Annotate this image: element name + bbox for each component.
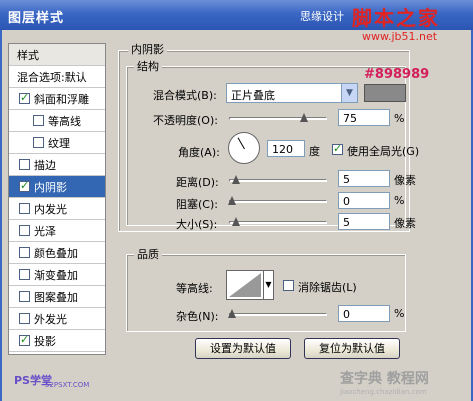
sidebar-item[interactable]: 纹理: [9, 132, 105, 154]
angle-label: 角度(A):: [178, 146, 220, 159]
size-unit: 像素: [394, 217, 416, 230]
set-default-button[interactable]: 设置为默认值: [195, 338, 291, 359]
antialias-checkbox[interactable]: [283, 280, 294, 291]
sidebar-item-label: 颜色叠加: [34, 246, 78, 260]
sidebar-item-label: 渐变叠加: [34, 268, 78, 282]
sidebar-item-checkbox[interactable]: [19, 179, 30, 192]
choke-slider[interactable]: [228, 196, 327, 205]
sidebar-item[interactable]: 内阴影: [9, 176, 105, 198]
sidebar-item-checkbox[interactable]: [19, 247, 30, 258]
structure-title: 结构: [134, 58, 162, 74]
size-input[interactable]: 5: [338, 213, 390, 230]
angle-input[interactable]: 120: [267, 140, 305, 157]
sidebar-item-checkbox[interactable]: [19, 225, 30, 236]
sidebar-item[interactable]: 内发光: [9, 198, 105, 220]
distance-unit: 像素: [394, 174, 416, 187]
sidebar-item-label: 图案叠加: [34, 290, 78, 304]
sidebar-item[interactable]: 投影: [9, 330, 105, 352]
distance-input[interactable]: 5: [338, 170, 390, 187]
quality-title: 品质: [134, 246, 162, 262]
bottom-watermark: 查字典 教程网: [340, 371, 429, 387]
noise-slider[interactable]: [228, 309, 327, 318]
inner-shadow-title: 内阴影: [128, 41, 167, 57]
noise-slider-thumb[interactable]: [228, 309, 237, 319]
choke-percent: %: [394, 194, 405, 207]
sidebar-item-label: 斜面和浮雕: [34, 92, 89, 106]
opacity-slider[interactable]: [229, 113, 327, 122]
color-hex-annotation: #898989: [364, 67, 430, 82]
sidebar-item[interactable]: 描边: [9, 154, 105, 176]
sidebar-item-label: 内发光: [34, 202, 67, 216]
style-list: 样式混合选项:默认斜面和浮雕等高线纹理描边内阴影内发光光泽颜色叠加渐变叠加图案叠…: [8, 43, 106, 355]
sidebar-item-label: 外发光: [34, 312, 67, 326]
sidebar-item[interactable]: 外发光: [9, 308, 105, 330]
global-light-checkbox[interactable]: [332, 142, 343, 155]
contour-label: 等高线:: [176, 282, 213, 295]
sidebar-item[interactable]: 斜面和浮雕: [9, 88, 105, 110]
size-slider[interactable]: [229, 217, 327, 226]
sidebar-item-checkbox[interactable]: [19, 91, 30, 104]
distance-label: 距离(D):: [176, 176, 219, 189]
reset-default-button[interactable]: 复位为默认值: [304, 338, 400, 359]
sidebar-item-label: 等高线: [48, 114, 81, 128]
angle-needle: [237, 137, 245, 150]
angle-dial[interactable]: [228, 132, 260, 164]
sidebar-item-label: 描边: [34, 158, 56, 172]
blend-mode-label: 混合模式(B):: [153, 89, 217, 102]
shadow-color-swatch[interactable]: [364, 84, 406, 102]
size-slider-thumb[interactable]: [232, 217, 241, 227]
distance-slider-thumb[interactable]: [232, 175, 241, 185]
sidebar-item[interactable]: 渐变叠加: [9, 264, 105, 286]
sidebar-item-label: 混合选项:默认: [17, 70, 87, 84]
contour-picker[interactable]: [226, 270, 264, 300]
window-title: 图层样式: [8, 11, 65, 26]
noise-label: 杂色(N):: [176, 310, 219, 323]
sidebar-item-checkbox[interactable]: [19, 269, 30, 280]
choke-slider-thumb[interactable]: [228, 196, 237, 206]
sidebar-item[interactable]: 等高线: [9, 110, 105, 132]
sidebar-item-checkbox[interactable]: [19, 291, 30, 302]
contour-dropdown-arrow[interactable]: ▼: [264, 270, 274, 300]
sidebar-item[interactable]: 光泽: [9, 220, 105, 242]
opacity-slider-thumb[interactable]: [299, 113, 309, 123]
global-light-label[interactable]: 使用全局光(G): [347, 143, 419, 159]
opacity-label: 不透明度(O):: [153, 114, 218, 127]
chevron-down-icon[interactable]: ▼: [341, 84, 357, 102]
choke-label: 阻塞(C):: [176, 198, 218, 211]
watermark-brand: 脚本之家: [352, 6, 440, 30]
opacity-percent: %: [394, 112, 405, 125]
noise-input[interactable]: 0: [338, 305, 390, 322]
distance-slider[interactable]: [229, 175, 327, 184]
sidebar-item[interactable]: 样式: [9, 44, 105, 66]
contour-curve-icon: [229, 273, 261, 297]
sidebar-item-checkbox[interactable]: [19, 159, 30, 170]
sidebar-item[interactable]: 颜色叠加: [9, 242, 105, 264]
choke-input[interactable]: 0: [338, 192, 390, 209]
sidebar-item-label: 纹理: [48, 136, 70, 150]
sidebar-item-label: 光泽: [34, 224, 56, 238]
watermark-url: www.jb51.net: [362, 30, 438, 43]
noise-percent: %: [394, 307, 405, 320]
sidebar-item[interactable]: 混合选项:默认: [9, 66, 105, 88]
sidebar-item-checkbox[interactable]: [33, 115, 44, 126]
angle-unit: 度: [309, 145, 320, 158]
opacity-input[interactable]: 75: [338, 109, 390, 126]
sidebar-item-checkbox[interactable]: [19, 333, 30, 346]
sidebar-watermark-url: 52PSXT.COM: [45, 381, 90, 389]
bottom-watermark-url: jiaocheng.chazidian.com: [340, 388, 427, 396]
blend-mode-value: 正片叠底: [231, 89, 275, 102]
sidebar-item-checkbox[interactable]: [33, 137, 44, 148]
size-label: 大小(S):: [176, 218, 218, 231]
title-bar: 图层样式 思缘设计 脚本之家: [0, 0, 473, 30]
watermark-small: 思缘设计: [300, 10, 344, 23]
antialias-label[interactable]: 消除锯齿(L): [298, 279, 357, 295]
sidebar-item-label: 内阴影: [34, 180, 67, 194]
sidebar-item-checkbox[interactable]: [19, 313, 30, 324]
sidebar-item[interactable]: 图案叠加: [9, 286, 105, 308]
blend-mode-select[interactable]: 正片叠底 ▼: [226, 83, 358, 103]
sidebar-item-checkbox[interactable]: [19, 203, 30, 214]
sidebar-item-label: 投影: [34, 334, 56, 348]
sidebar-item-label: 样式: [17, 48, 39, 62]
